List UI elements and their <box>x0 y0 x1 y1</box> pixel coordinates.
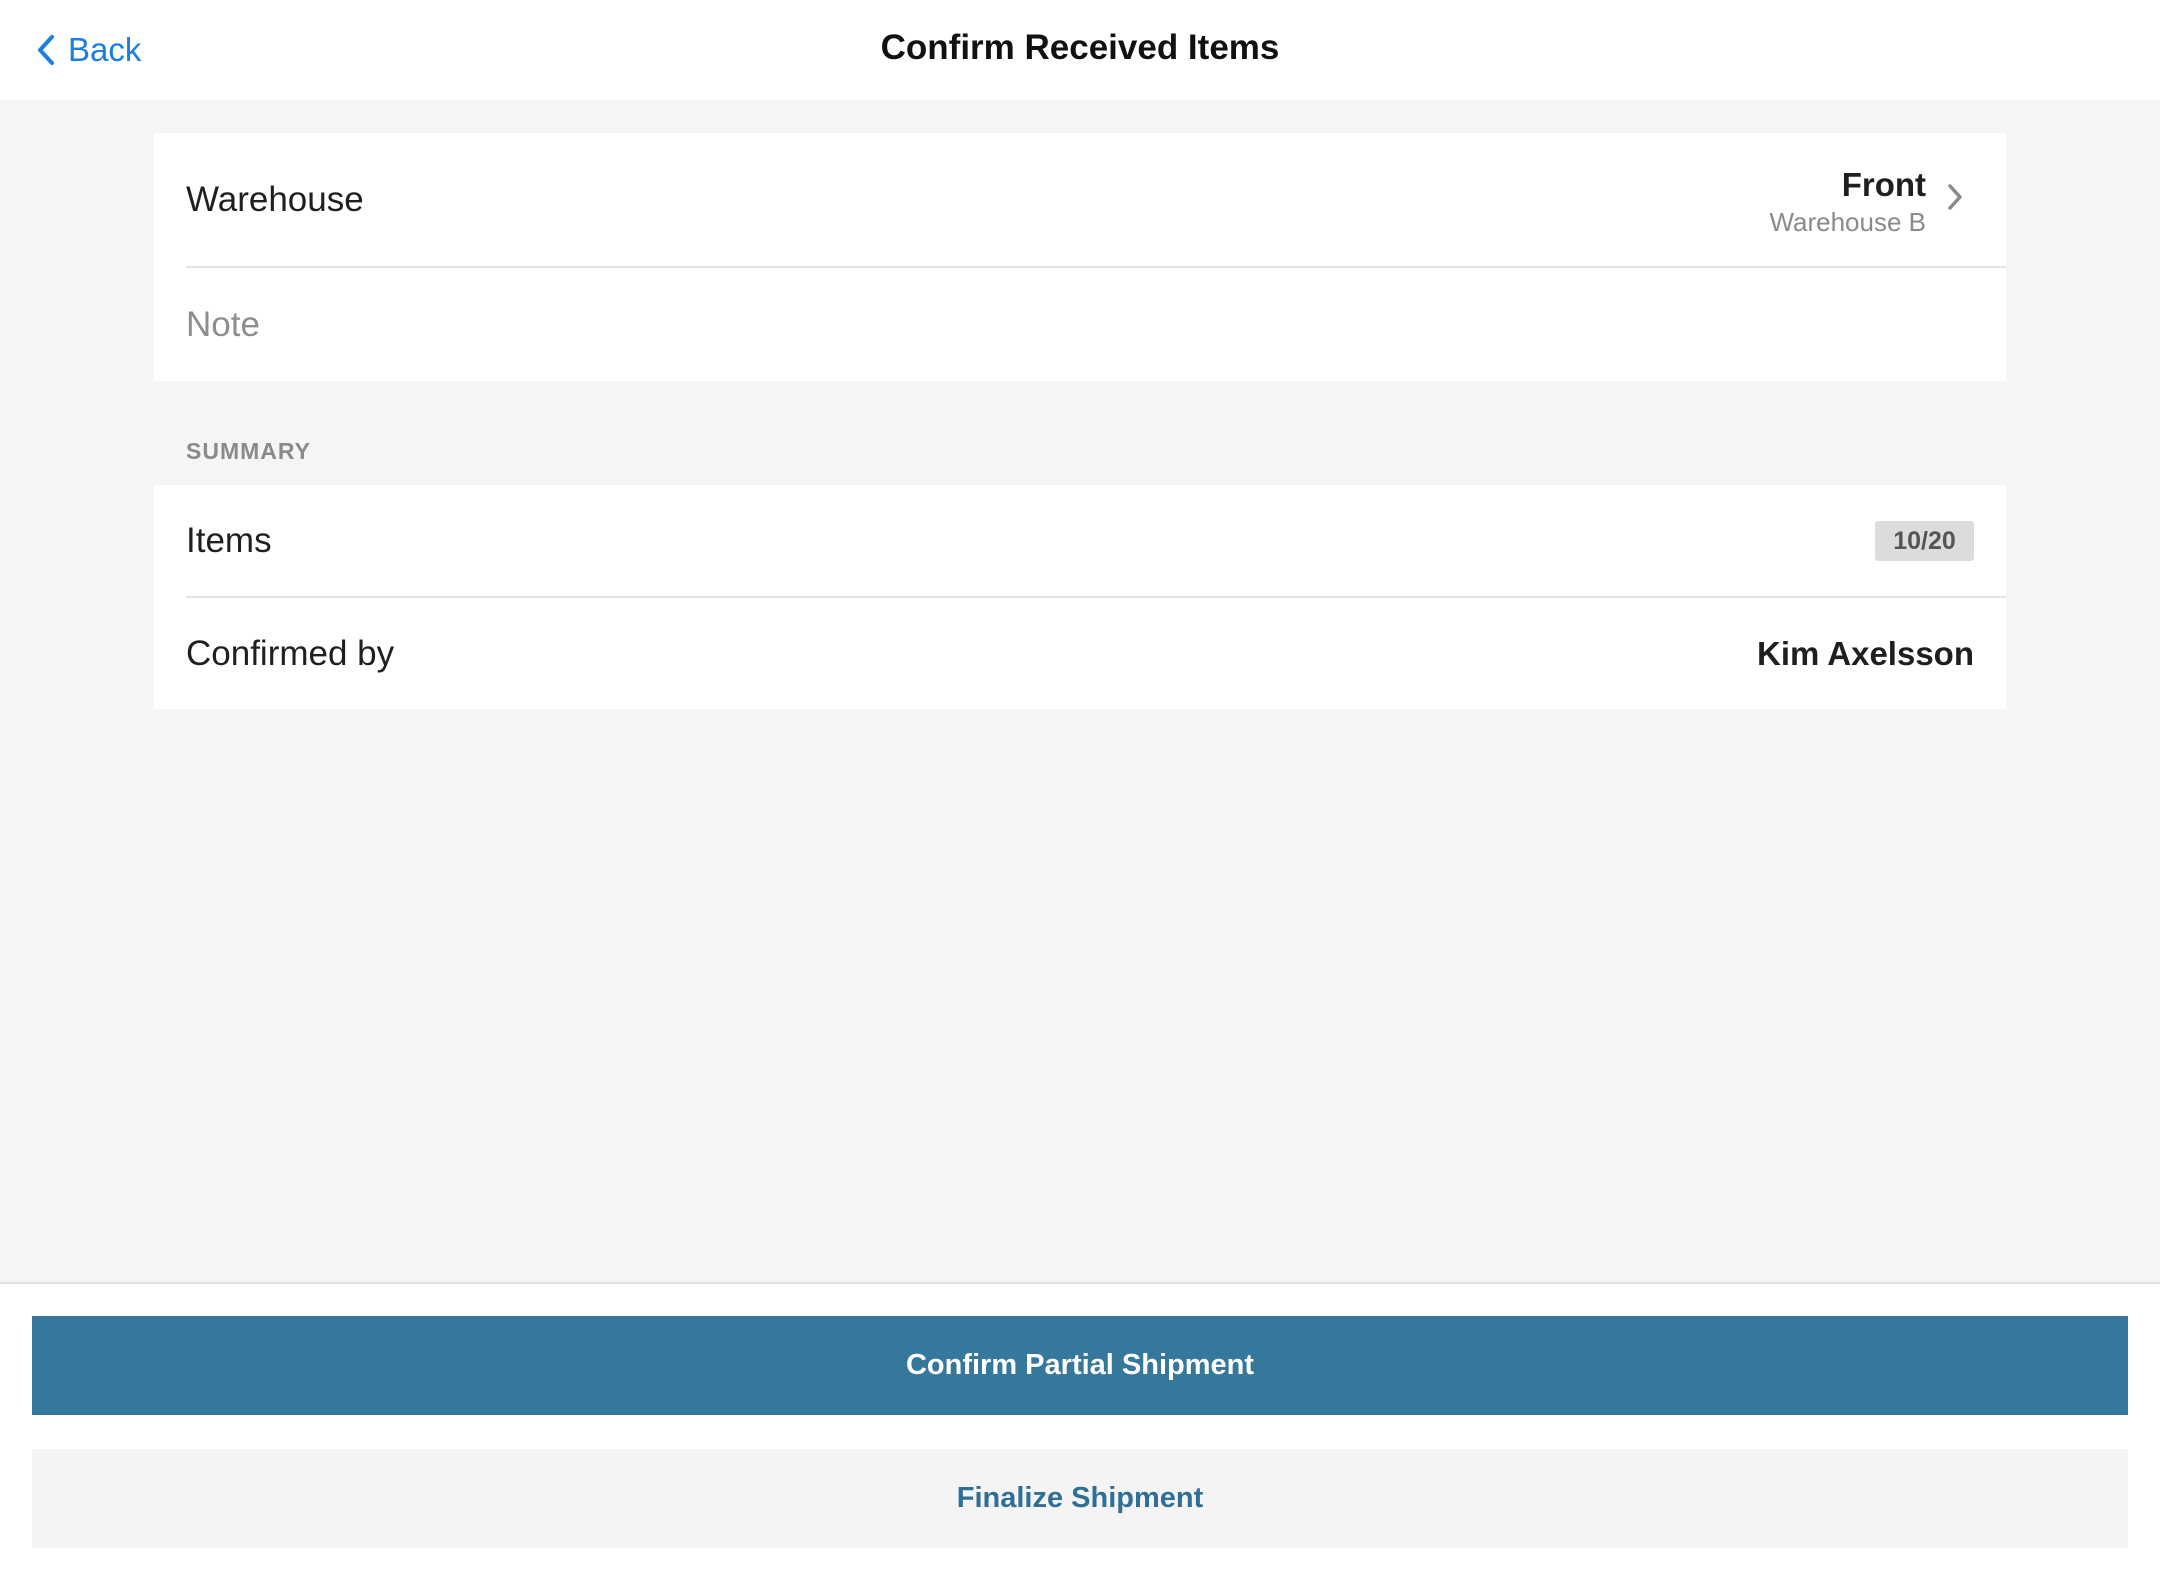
warehouse-row[interactable]: Warehouse <box>186 133 2006 266</box>
navigation-bar: Back Confirm Received Items <box>0 0 2160 100</box>
confirm-partial-shipment-label: Confirm Partial Shipment <box>905 1349 1255 1381</box>
finalize-shipment-label: Finalize Shipment <box>956 1482 1204 1514</box>
confirmed-by-row: Confirmed by <box>186 598 2006 709</box>
bottom-action-bar: Confirm Partial Shipment Finalize Shipme… <box>0 1282 2160 1580</box>
warehouse-value-secondary: Warehouse B <box>1769 207 1926 237</box>
items-count-badge: 10/20 <box>1875 521 1974 561</box>
confirmed-by-value: Kim Axelsson <box>1756 634 1974 672</box>
warehouse-value-primary: Front <box>1841 166 1926 203</box>
summary-card: Items 10/20 Confirmed by Kim Axelsson <box>154 485 2006 709</box>
warehouse-value: Front Warehouse B <box>1769 165 1926 239</box>
note-placeholder: Note <box>186 304 260 344</box>
items-label: Items <box>186 520 272 560</box>
items-row: Items <box>186 485 2006 596</box>
confirmed-by-label: Confirmed by <box>186 633 395 673</box>
finalize-shipment-button[interactable]: Finalize Shipment <box>32 1449 2128 1548</box>
chevron-right-icon <box>1948 184 1962 210</box>
confirm-partial-shipment-button[interactable]: Confirm Partial Shipment <box>32 1316 2128 1415</box>
page-title: Confirm Received Items <box>880 28 1280 67</box>
summary-section-header: SUMMARY <box>186 438 311 464</box>
warehouse-label: Warehouse <box>186 179 364 219</box>
note-field[interactable]: Note <box>186 268 2006 381</box>
details-card: Warehouse Front Warehouse B Note <box>154 133 2006 381</box>
